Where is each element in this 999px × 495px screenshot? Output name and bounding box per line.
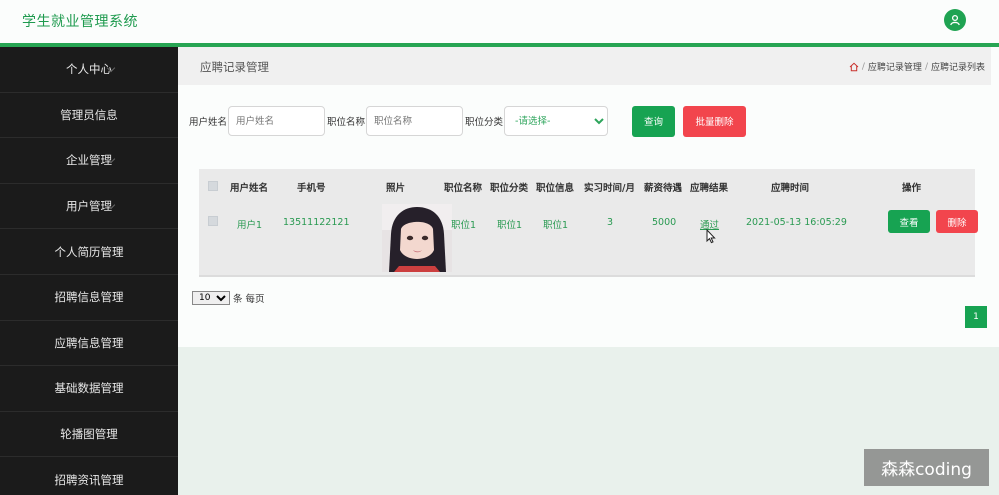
sidebar-item-label: 企业管理 — [66, 153, 112, 168]
sidebar-item-label: 管理员信息 — [60, 107, 118, 122]
cell-position-category: 职位1 — [497, 220, 523, 231]
username-label: 用户姓名 — [189, 117, 228, 128]
cell-position-info: 职位1 — [543, 220, 569, 231]
home-icon[interactable] — [849, 62, 859, 72]
column-header: 职位名称 — [444, 183, 483, 194]
sidebar-item-label: 个人简历管理 — [54, 244, 124, 259]
breadcrumb-item[interactable]: 应聘记录管理 — [868, 60, 922, 73]
column-header: 实习时间/月 — [584, 183, 635, 194]
search-bar: 用户姓名 职位名称 职位分类 -请选择- 查询 批量删除 — [189, 105, 747, 137]
position-category-label: 职位分类 — [465, 117, 504, 128]
user-avatar-button[interactable] — [944, 9, 966, 31]
sidebar-item-label: 应聘信息管理 — [54, 335, 124, 350]
page-header: 应聘记录管理 / 应聘记录管理 / 应聘记录列表 — [178, 47, 991, 85]
position-name-input[interactable] — [366, 106, 464, 136]
applicant-photo — [382, 204, 452, 272]
query-button[interactable]: 查询 — [632, 105, 676, 137]
sidebar-item-news[interactable]: 招聘资讯管理 — [0, 457, 178, 495]
sidebar-item-resume[interactable]: 个人简历管理 — [0, 229, 178, 275]
column-header: 用户姓名 — [230, 183, 269, 194]
position-category-select[interactable]: -请选择- — [504, 106, 609, 136]
sidebar-item-carousel[interactable]: 轮播图管理 — [0, 412, 178, 458]
sidebar-item-label: 轮播图管理 — [60, 427, 118, 442]
breadcrumb: / 应聘记录管理 / 应聘记录列表 — [849, 60, 985, 73]
sidebar-item-recruitment[interactable]: 招聘信息管理 — [0, 275, 178, 321]
top-bar: 学生就业管理系统 — [0, 0, 999, 47]
select-all-checkbox[interactable] — [208, 181, 218, 191]
page-size-select[interactable]: 10 — [192, 291, 230, 305]
page-title: 应聘记录管理 — [200, 60, 269, 74]
sidebar-item-applications[interactable]: 应聘信息管理 — [0, 321, 178, 367]
column-header: 操作 — [902, 183, 922, 194]
batch-delete-button[interactable]: 批量删除 — [683, 105, 747, 137]
sidebar-item-base-data[interactable]: 基础数据管理 — [0, 366, 178, 412]
column-header: 薪资待遇 — [644, 183, 683, 194]
sidebar-item-label: 招聘资讯管理 — [54, 472, 124, 487]
page-size-suffix: 条 每页 — [233, 294, 265, 305]
username-input[interactable] — [228, 106, 326, 136]
sidebar-item-label: 基础数据管理 — [54, 381, 124, 396]
cell-position-name: 职位1 — [451, 220, 477, 231]
cell-apply-time: 2021-05-13 16:05:29 — [746, 217, 847, 228]
sidebar: 个人中心 管理员信息 企业管理 用户管理 个人简历管理 招聘信息管理 应聘信息管… — [0, 47, 178, 495]
column-header: 职位分类 — [490, 183, 529, 194]
app-title: 学生就业管理系统 — [22, 14, 138, 30]
column-header: 手机号 — [297, 183, 326, 194]
delete-button[interactable]: 删除 — [936, 210, 978, 233]
position-name-label: 职位名称 — [327, 117, 366, 128]
view-button[interactable]: 查看 — [888, 210, 930, 233]
sidebar-item-company[interactable]: 企业管理 — [0, 138, 178, 184]
column-header: 职位信息 — [536, 183, 575, 194]
breadcrumb-separator: / — [861, 61, 865, 72]
mouse-cursor-icon — [706, 229, 716, 244]
page-number-button[interactable]: 1 — [965, 306, 987, 328]
cell-salary: 5000 — [652, 217, 677, 228]
row-checkbox[interactable] — [208, 216, 218, 226]
breadcrumb-separator: / — [924, 61, 928, 72]
cell-username: 用户1 — [237, 220, 263, 231]
main-panel: 应聘记录管理 / 应聘记录管理 / 应聘记录列表 用户姓名 职位名称 职位分类 … — [178, 47, 999, 347]
sidebar-item-label: 用户管理 — [66, 199, 112, 214]
user-icon — [950, 14, 960, 26]
column-header: 应聘时间 — [771, 183, 810, 194]
column-header: 应聘结果 — [690, 183, 729, 194]
watermark: 森森coding — [864, 449, 989, 486]
cell-internship-months: 3 — [607, 217, 614, 228]
sidebar-item-personal-center[interactable]: 个人中心 — [0, 47, 178, 93]
sidebar-item-users[interactable]: 用户管理 — [0, 184, 178, 230]
applications-table: 用户姓名 手机号 照片 职位名称 职位分类 职位信息 实习时间/月 薪资待遇 应… — [199, 169, 978, 277]
column-header: 照片 — [386, 183, 406, 194]
breadcrumb-item: 应聘记录列表 — [930, 63, 985, 73]
sidebar-item-label: 个人中心 — [66, 62, 112, 77]
sidebar-item-label: 招聘信息管理 — [54, 290, 124, 305]
cell-phone: 13511122121 — [283, 217, 350, 228]
page-size-control: 10 条 每页 — [192, 291, 265, 305]
sidebar-item-admin-info[interactable]: 管理员信息 — [0, 93, 178, 139]
